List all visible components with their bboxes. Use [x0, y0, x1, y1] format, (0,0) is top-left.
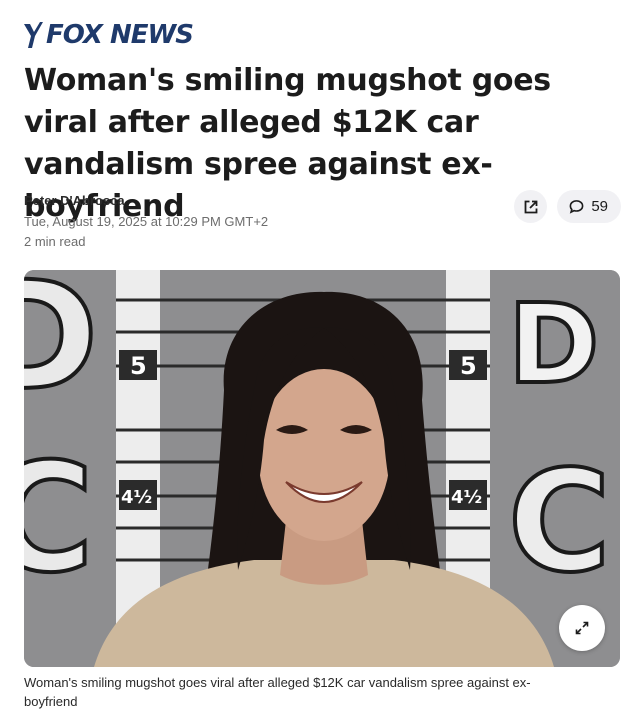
- expand-image-button[interactable]: [559, 605, 605, 651]
- comments-button[interactable]: 59: [557, 190, 621, 223]
- wall-letter-d-right: D: [508, 280, 599, 408]
- article-actions: 59: [514, 190, 621, 223]
- brand-name: FOX NEWS: [46, 20, 194, 50]
- mugshot-photo: D C D C 5 5 4½ 4½: [24, 270, 620, 667]
- photo-caption: Woman's smiling mugshot goes viral after…: [24, 675, 531, 709]
- read-time: 2 min read: [24, 234, 86, 249]
- fox-news-logo[interactable]: FOX NEWS: [22, 18, 194, 52]
- fox-logo-mark-icon: [24, 22, 43, 48]
- wall-letter-d-left: D: [24, 270, 99, 424]
- comments-count: 59: [591, 198, 608, 215]
- article-photo[interactable]: D C D C 5 5 4½ 4½: [24, 270, 620, 667]
- share-icon: [524, 200, 538, 213]
- height-label-5-left: 5: [130, 352, 147, 380]
- height-label-4-5-left: 4½: [121, 487, 152, 508]
- height-label-4-5-right: 4½: [451, 487, 482, 508]
- share-button[interactable]: [514, 190, 548, 223]
- byline: Peter D'Abrosca Tue, August 19, 2025 at …: [24, 193, 268, 252]
- publish-date: Tue, August 19, 2025 at 10:29 PM GMT+2: [24, 214, 269, 229]
- author-name[interactable]: Peter D'Abrosca: [24, 193, 268, 208]
- comment-icon: [569, 200, 584, 214]
- wall-letter-c-left: C: [24, 432, 94, 606]
- expand-icon: [575, 621, 589, 635]
- height-label-5-right: 5: [460, 352, 477, 380]
- wall-letter-c-right: C: [508, 441, 611, 604]
